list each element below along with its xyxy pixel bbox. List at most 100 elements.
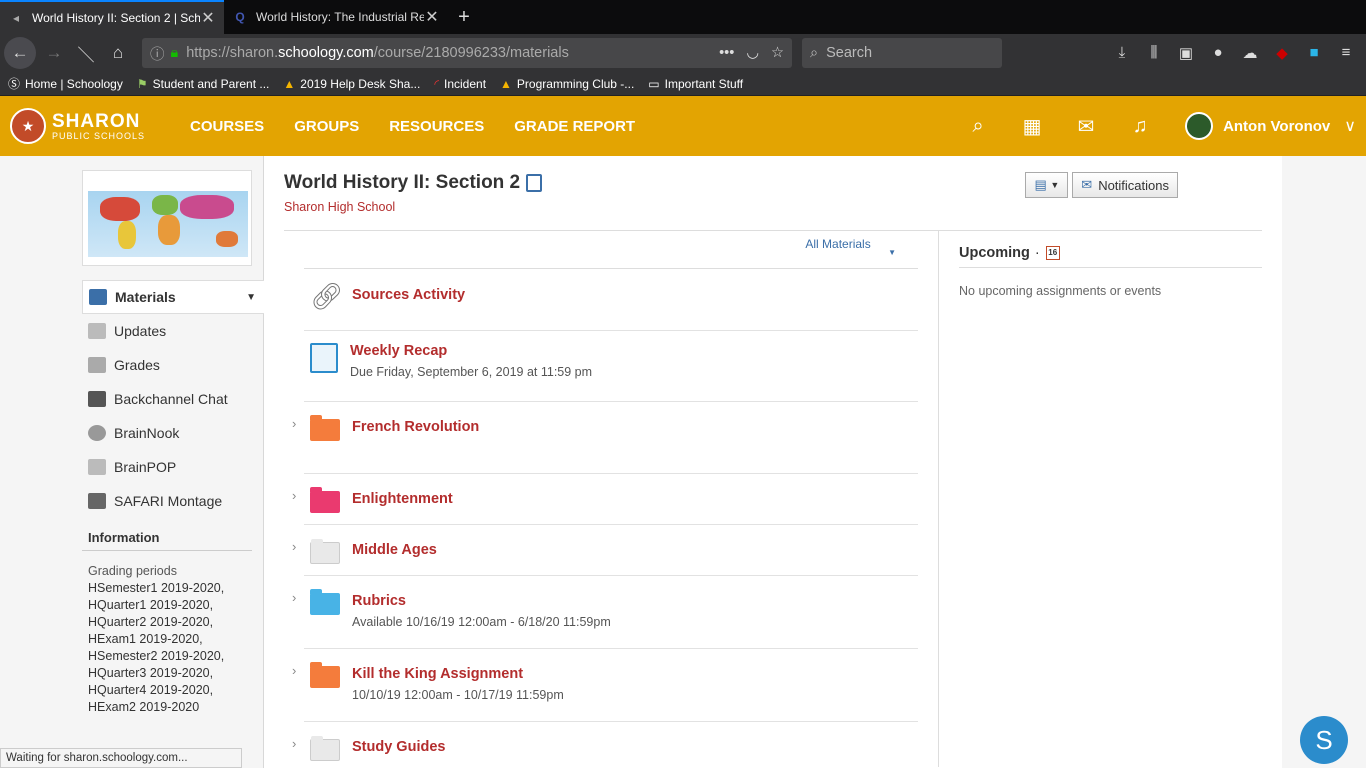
materials-filter[interactable]: All Materials ▼ <box>304 237 918 269</box>
browser-nav-bar: ← → ＼ ⌂ ⓘ 🔒︎ https://sharon.schoology.co… <box>0 34 1366 72</box>
more-icon[interactable]: ••• <box>719 45 734 61</box>
close-tab-icon[interactable]: ✕ <box>424 7 440 27</box>
main-nav: COURSES GROUPS RESOURCES GRADE REPORT <box>190 118 665 135</box>
address-bar[interactable]: ⓘ 🔒︎ https://sharon.schoology.com/course… <box>142 38 792 68</box>
sidebar-icon[interactable]: ▣ <box>1170 44 1202 62</box>
nav-groups[interactable]: GROUPS <box>294 118 359 135</box>
chevron-right-icon[interactable]: › <box>292 488 308 503</box>
seal-icon: ★ <box>10 108 46 144</box>
bookmark-help-desk[interactable]: ▲ 2019 Help Desk Sha... <box>283 77 420 91</box>
calendar-icon[interactable]: 16 <box>1045 246 1060 260</box>
info-icon[interactable]: ⓘ <box>150 43 165 64</box>
sidebar-item-backchannel-chat[interactable]: Backchannel Chat <box>82 382 263 416</box>
list-item[interactable]: › French Revolution <box>292 402 918 474</box>
back-button[interactable]: ← <box>4 37 36 69</box>
chat-icon <box>88 391 106 407</box>
home-button[interactable]: ⌂ <box>102 37 134 69</box>
mail-icon: ✉ <box>1081 177 1093 192</box>
sidebar-item-safari-montage[interactable]: SAFARI Montage <box>82 484 263 518</box>
brainpop-icon <box>88 459 106 475</box>
district-logo[interactable]: ★ SHARON PUBLIC SCHOOLS <box>10 108 178 144</box>
calendar-icon[interactable]: ▦ <box>1005 114 1059 139</box>
course-content: World History II: Section 2 Sharon High … <box>264 156 1282 768</box>
list-item[interactable]: › Kill the King Assignment 10/10/19 12:0… <box>292 649 918 722</box>
chevron-right-icon[interactable]: › <box>292 416 308 431</box>
upcoming-empty-text: No upcoming assignments or events <box>959 284 1162 298</box>
avatar[interactable] <box>1185 112 1214 140</box>
caret-down-icon: ▼ <box>888 248 896 257</box>
account-icon[interactable]: ● <box>1202 44 1234 62</box>
caret-down-icon[interactable]: ▼ <box>246 292 256 303</box>
upcoming-title: Upcoming <box>959 245 1030 261</box>
bell-icon[interactable]: ♫ <box>1113 115 1167 138</box>
menu-icon[interactable]: ≡ <box>1330 44 1362 62</box>
bookmark-important-stuff[interactable]: ▭ Important Stuff <box>648 77 743 91</box>
list-item[interactable]: › Study Guides <box>292 722 918 767</box>
notifications-label: Notifications <box>1098 177 1169 193</box>
browser-tab[interactable]: Q World History: The Industrial Re ✕ <box>224 0 448 34</box>
download-icon[interactable]: ⤓ <box>1106 44 1138 62</box>
bookmark-incident[interactable]: ◜ Incident <box>434 77 486 91</box>
search-icon: ⌕ <box>810 45 819 61</box>
chevron-down-icon[interactable]: ∨ <box>1344 116 1356 136</box>
item-name[interactable]: Study Guides <box>352 739 445 755</box>
bookmark-student-parent[interactable]: ⚑ Student and Parent ... <box>137 77 270 91</box>
folder-icon <box>310 662 342 691</box>
forward-button[interactable]: → <box>38 37 70 69</box>
separator: · <box>1034 245 1040 261</box>
sidebar-item-materials[interactable]: Materials ▼ <box>82 280 264 314</box>
notifications-button[interactable]: ✉ Notifications <box>1072 172 1178 198</box>
chevron-right-icon[interactable]: › <box>292 663 308 678</box>
sidebar-item-grades[interactable]: Grades <box>82 348 263 382</box>
item-name[interactable]: French Revolution <box>352 419 479 435</box>
search-input[interactable]: ⌕ Search <box>802 38 1002 68</box>
school-name[interactable]: Sharon High School <box>284 200 1262 214</box>
library-icon[interactable]: ⫼ <box>1138 44 1170 62</box>
stop-button[interactable]: ＼ <box>70 37 102 69</box>
bookmark-programming-club[interactable]: ▲ Programming Club -... <box>500 77 634 91</box>
search-icon[interactable]: ⌕ <box>951 115 1005 138</box>
item-name[interactable]: Rubrics <box>352 593 611 609</box>
materials-list: All Materials ▼ 🔗︎ Sources Activity Week… <box>284 231 939 767</box>
item-name[interactable]: Sources Activity <box>352 287 465 303</box>
user-name[interactable]: Anton Voronov <box>1223 118 1330 135</box>
upcoming-heading: Upcoming · 16 <box>959 245 1262 268</box>
item-name[interactable]: Enlightenment <box>352 491 453 507</box>
sidebar-item-label: Materials <box>115 289 176 305</box>
sidebar-item-updates[interactable]: Updates <box>82 314 263 348</box>
schoology-chat-button[interactable]: S <box>1300 716 1348 764</box>
course-options-button[interactable]: ▤ ▼ <box>1025 172 1069 198</box>
bookmark-home-schoology[interactable]: Ⓢ Home | Schoology <box>8 75 123 92</box>
new-tab-button[interactable]: + <box>448 0 480 34</box>
nav-courses[interactable]: COURSES <box>190 118 264 135</box>
course-info-icon[interactable] <box>526 174 543 192</box>
sidebar-item-label: Updates <box>114 323 167 339</box>
list-item[interactable]: › Middle Ages <box>292 525 918 576</box>
item-name[interactable]: Middle Ages <box>352 542 437 558</box>
list-item[interactable]: 🔗︎ Sources Activity <box>304 269 918 331</box>
extension-icon[interactable]: ■ <box>1298 44 1330 62</box>
extension-icon[interactable]: ☁ <box>1234 44 1266 62</box>
drive-icon: ▲ <box>500 76 512 91</box>
sidebar-item-brainnook[interactable]: BrainNook <box>82 416 263 450</box>
search-placeholder: Search <box>826 45 873 61</box>
list-item[interactable]: › Rubrics Available 10/16/19 12:00am - 6… <box>292 576 918 649</box>
list-item[interactable]: Weekly Recap Due Friday, September 6, 20… <box>304 331 918 402</box>
nav-resources[interactable]: RESOURCES <box>389 118 484 135</box>
mail-icon[interactable]: ✉ <box>1059 114 1113 139</box>
sidebar-item-label: SAFARI Montage <box>114 493 223 509</box>
list-item[interactable]: › Enlightenment <box>292 474 918 525</box>
chevron-right-icon[interactable]: › <box>292 539 308 554</box>
ublock-icon[interactable]: ◆ <box>1266 44 1298 62</box>
item-name[interactable]: Weekly Recap <box>350 343 592 359</box>
sidebar-item-brainpop[interactable]: BrainPOP <box>82 450 263 484</box>
bookmark-star-icon[interactable]: ☆ <box>771 45 784 61</box>
browser-tab-active[interactable]: ◂ World History II: Section 2 | Sch ✕ <box>0 0 224 34</box>
course-profile-image <box>82 170 252 266</box>
chevron-right-icon[interactable]: › <box>292 590 308 605</box>
close-tab-icon[interactable]: ✕ <box>200 8 216 28</box>
chevron-right-icon[interactable]: › <box>292 736 308 751</box>
item-name[interactable]: Kill the King Assignment <box>352 666 564 682</box>
nav-grade-report[interactable]: GRADE REPORT <box>514 118 635 135</box>
pocket-icon[interactable]: ◡ <box>746 45 759 61</box>
